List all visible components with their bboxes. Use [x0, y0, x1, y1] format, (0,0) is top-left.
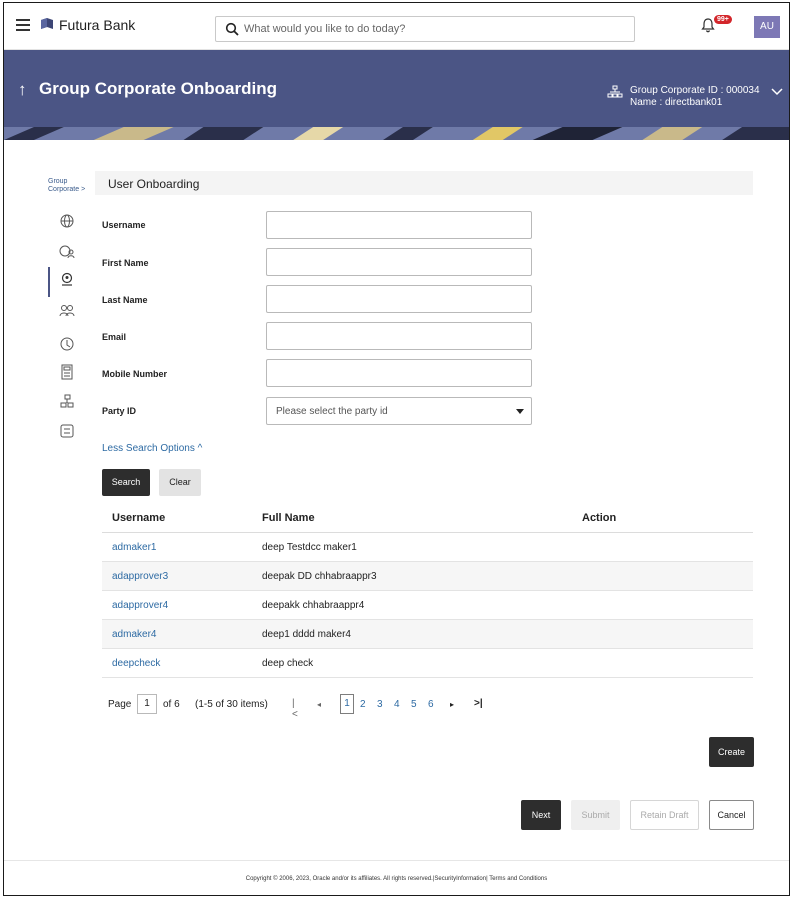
full-name-cell: deepak DD chhabraappr3: [262, 571, 377, 582]
username-link[interactable]: adapprover4: [112, 600, 168, 611]
page-label: Page: [108, 699, 132, 710]
organization-icon: [607, 85, 623, 98]
banner-decoration: [4, 127, 789, 140]
workflow-icon[interactable]: [58, 422, 76, 440]
footer-divider: [4, 860, 789, 861]
back-arrow-icon[interactable]: ↑: [18, 80, 27, 100]
full-name-cell: deepakk chhabraappr4: [262, 600, 365, 611]
top-bar: Futura Bank 99+ AU: [4, 3, 789, 50]
breadcrumb-line-2: Corporate >: [48, 186, 86, 193]
email-field[interactable]: [266, 322, 532, 350]
username-link[interactable]: adapprover3: [112, 571, 168, 582]
page-number-input[interactable]: 1: [137, 694, 157, 714]
next-button[interactable]: Next: [521, 800, 561, 830]
hamburger-menu-icon[interactable]: [16, 19, 30, 31]
globe-icon[interactable]: [58, 212, 76, 230]
items-summary: (1-5 of 30 items): [195, 699, 268, 710]
bank-logo-icon: [41, 18, 53, 29]
account-icon[interactable]: [58, 335, 76, 353]
page-link-3[interactable]: 3: [377, 699, 383, 710]
username-link[interactable]: deepcheck: [112, 658, 160, 669]
hierarchy-icon[interactable]: [58, 393, 76, 411]
username-field[interactable]: [266, 211, 532, 239]
page-count: of 6: [163, 699, 180, 710]
cancel-button[interactable]: Cancel: [709, 800, 754, 830]
brand-name[interactable]: Futura Bank: [59, 17, 135, 33]
submit-button[interactable]: Submit: [571, 800, 620, 830]
party-id-label: Party ID: [102, 406, 137, 416]
table-row: admaker4 deep1 dddd maker4: [102, 620, 753, 649]
search-button[interactable]: Search: [102, 469, 150, 496]
notification-bell-icon[interactable]: [701, 17, 715, 33]
last-page-icon[interactable]: >|: [474, 698, 483, 709]
first-page-icon[interactable]: |<: [292, 698, 298, 720]
mobile-number-label: Mobile Number: [102, 369, 168, 379]
create-button[interactable]: Create: [709, 737, 754, 767]
last-name-field[interactable]: [266, 285, 532, 313]
section-title: User Onboarding: [108, 177, 200, 191]
retain-draft-button[interactable]: Retain Draft: [630, 800, 699, 830]
user-group-icon[interactable]: [58, 302, 76, 320]
page-link-5[interactable]: 5: [411, 699, 417, 710]
previous-page-icon[interactable]: ◂: [317, 700, 321, 709]
users-globe-icon[interactable]: [58, 243, 76, 261]
page-header-banner: ↑ Group Corporate Onboarding Group Corpo…: [4, 50, 789, 140]
next-page-icon[interactable]: ▸: [450, 700, 454, 709]
table-row: deepcheck deep check: [102, 649, 753, 678]
page-link-2[interactable]: 2: [360, 699, 366, 710]
user-onboarding-icon[interactable]: [58, 271, 76, 289]
first-name-label: First Name: [102, 258, 149, 268]
table-header: Username Full Name Action: [102, 503, 753, 533]
last-name-label: Last Name: [102, 295, 148, 305]
user-avatar[interactable]: AU: [754, 16, 780, 38]
page-link-1[interactable]: 1: [340, 694, 354, 714]
active-nav-indicator: [48, 267, 50, 297]
search-input[interactable]: [244, 17, 624, 41]
first-name-field[interactable]: [266, 248, 532, 276]
notification-badge: 99+: [714, 15, 732, 24]
page-link-4[interactable]: 4: [394, 699, 400, 710]
username-link[interactable]: admaker1: [112, 542, 156, 553]
breadcrumb[interactable]: Group Corporate >: [48, 178, 85, 194]
footer-copyright: Copyright © 2006, 2023, Oracle and/or it…: [245, 876, 548, 882]
mobile-number-field[interactable]: [266, 359, 532, 387]
less-search-options-link[interactable]: Less Search Options ^: [102, 443, 202, 454]
column-header-action: Action: [582, 512, 617, 524]
clear-button[interactable]: Clear: [159, 469, 201, 496]
party-id-placeholder: Please select the party id: [276, 406, 388, 417]
table-row: adapprover3 deepak DD chhabraappr3: [102, 562, 753, 591]
section-header: User Onboarding: [95, 171, 753, 195]
column-header-full-name: Full Name: [262, 512, 315, 524]
users-table: Username Full Name Action admaker1 deep …: [102, 503, 753, 678]
search-bar[interactable]: [215, 16, 635, 42]
group-corporate-name: Name : directbank01: [630, 97, 723, 108]
email-label: Email: [102, 332, 127, 342]
calculator-icon[interactable]: [58, 363, 76, 381]
full-name-cell: deep check: [262, 658, 314, 669]
group-corporate-id: Group Corporate ID : 000034: [630, 85, 760, 96]
username-label: Username: [102, 220, 146, 230]
party-id-select[interactable]: Please select the party id: [266, 397, 532, 425]
search-icon: [225, 22, 239, 36]
page-link-6[interactable]: 6: [428, 699, 434, 710]
breadcrumb-line-1: Group: [48, 178, 68, 185]
column-header-username: Username: [112, 512, 166, 524]
app-window: Futura Bank 99+ AU ↑ Group Corporate Onb…: [3, 2, 790, 896]
table-row: admaker1 deep Testdcc maker1: [102, 533, 753, 562]
chevron-down-icon[interactable]: [771, 87, 783, 97]
page-title: Group Corporate Onboarding: [39, 79, 277, 98]
caret-down-icon: [516, 409, 524, 414]
full-name-cell: deep1 dddd maker4: [262, 629, 351, 640]
username-link[interactable]: admaker4: [112, 629, 156, 640]
table-row: adapprover4 deepakk chhabraappr4: [102, 591, 753, 620]
full-name-cell: deep Testdcc maker1: [262, 542, 357, 553]
